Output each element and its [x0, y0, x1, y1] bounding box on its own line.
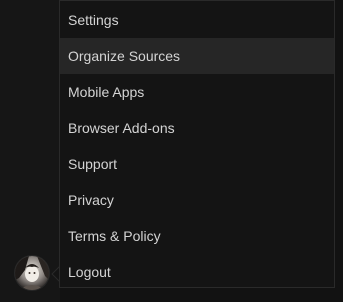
left-rail: [0, 0, 60, 302]
menu-item-terms-policy[interactable]: Terms & Policy: [60, 218, 334, 254]
menu-item-logout[interactable]: Logout: [60, 254, 334, 290]
user-dropdown-menu: Settings Organize Sources Mobile Apps Br…: [59, 0, 335, 288]
app-root: Settings Organize Sources Mobile Apps Br…: [0, 0, 343, 302]
menu-item-settings[interactable]: Settings: [60, 2, 334, 38]
menu-item-browser-add-ons[interactable]: Browser Add-ons: [60, 110, 334, 146]
menu-item-mobile-apps[interactable]: Mobile Apps: [60, 74, 334, 110]
menu-item-support[interactable]: Support: [60, 146, 334, 182]
user-avatar-icon: [15, 256, 49, 290]
menu-item-organize-sources[interactable]: Organize Sources: [60, 38, 334, 74]
user-avatar[interactable]: [15, 256, 49, 290]
menu-item-privacy[interactable]: Privacy: [60, 182, 334, 218]
